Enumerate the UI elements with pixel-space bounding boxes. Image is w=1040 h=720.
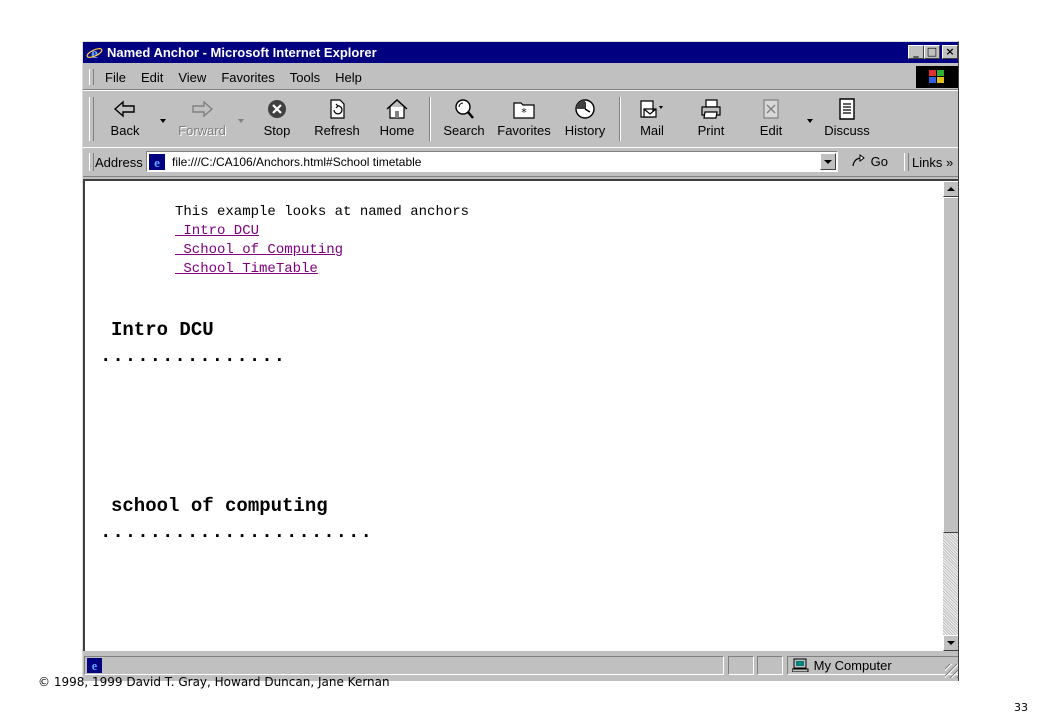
menu-favorites[interactable]: Favorites bbox=[221, 70, 274, 85]
discuss-icon bbox=[839, 98, 855, 120]
window-title: Named Anchor - Microsoft Internet Explor… bbox=[107, 45, 377, 60]
close-button[interactable]: × bbox=[942, 45, 958, 59]
dotted-rule: ...................... bbox=[100, 521, 373, 543]
history-icon bbox=[575, 99, 595, 119]
mail-icon bbox=[640, 100, 663, 118]
dotted-rule: ............... bbox=[100, 345, 287, 367]
mail-button[interactable]: Mail bbox=[631, 97, 673, 143]
link-school-of-computing[interactable]: School of Computing bbox=[175, 242, 343, 258]
back-arrow-icon bbox=[113, 100, 135, 118]
favorites-button[interactable]: * Favorites bbox=[496, 97, 552, 143]
vertical-scrollbar[interactable] bbox=[943, 181, 958, 651]
scroll-thumb[interactable] bbox=[943, 197, 958, 533]
scroll-down-button[interactable] bbox=[943, 635, 958, 651]
ie-status-icon: e bbox=[87, 658, 102, 673]
standard-toolbar: Back Forward Stop Refresh Home Search * … bbox=[83, 90, 958, 148]
page-viewport[interactable]: This example looks at named anchors Intr… bbox=[83, 179, 958, 651]
search-icon bbox=[455, 99, 474, 119]
browser-window: e Named Anchor - Microsoft Internet Expl… bbox=[82, 41, 959, 681]
address-dropdown-button[interactable] bbox=[820, 153, 836, 170]
forward-arrow-icon bbox=[192, 100, 214, 118]
link-intro-dcu[interactable]: Intro DCU bbox=[175, 223, 259, 239]
edit-dropdown[interactable] bbox=[807, 119, 813, 123]
ie-page-icon: e bbox=[149, 154, 165, 170]
address-bar: Address e file:///C:/CA106/Anchors.html#… bbox=[83, 147, 958, 177]
toolbar-separator bbox=[429, 97, 431, 141]
address-bar-grip[interactable] bbox=[89, 153, 94, 171]
menu-bar: File Edit View Favorites Tools Help bbox=[83, 64, 958, 90]
forward-button[interactable]: Forward bbox=[176, 97, 228, 143]
print-button[interactable]: Print bbox=[691, 97, 731, 143]
home-icon bbox=[386, 98, 408, 119]
page-content: This example looks at named anchors Intr… bbox=[85, 181, 943, 651]
minimize-button[interactable]: _ bbox=[908, 45, 924, 59]
menu-view[interactable]: View bbox=[178, 70, 206, 85]
address-url: file:///C:/CA106/Anchors.html#School tim… bbox=[172, 155, 422, 169]
security-zone-pane: My Computer bbox=[787, 656, 958, 675]
heading-intro-dcu: Intro DCU bbox=[111, 319, 214, 341]
menu-bar-grip[interactable] bbox=[89, 69, 94, 85]
menu-edit[interactable]: Edit bbox=[141, 70, 163, 85]
refresh-icon bbox=[330, 99, 345, 119]
edit-button[interactable]: Edit bbox=[755, 97, 787, 143]
links-grip[interactable] bbox=[904, 153, 909, 171]
toolbar-separator bbox=[619, 97, 621, 141]
print-icon bbox=[701, 99, 721, 119]
copyright-text: © 1998, 1999 David T. Gray, Howard Dunca… bbox=[38, 675, 390, 689]
menu-tools[interactable]: Tools bbox=[290, 70, 320, 85]
stop-button[interactable]: Stop bbox=[257, 97, 297, 143]
svg-text:e: e bbox=[92, 659, 98, 673]
menu-file[interactable]: File bbox=[105, 70, 126, 85]
status-pane bbox=[757, 656, 783, 675]
toolbar-grip[interactable] bbox=[89, 97, 94, 141]
go-arrow-icon bbox=[852, 154, 865, 167]
internet-explorer-icon: e bbox=[86, 44, 103, 61]
svg-text:*: * bbox=[521, 106, 527, 119]
search-button[interactable]: Search bbox=[440, 97, 488, 143]
scroll-up-button[interactable] bbox=[943, 181, 958, 197]
maximize-button[interactable]: □ bbox=[924, 45, 940, 59]
edit-icon bbox=[763, 99, 779, 119]
address-label: Address bbox=[95, 155, 143, 170]
discuss-button[interactable]: Discuss bbox=[821, 97, 873, 143]
back-history-dropdown[interactable] bbox=[160, 119, 166, 123]
title-bar[interactable]: e Named Anchor - Microsoft Internet Expl… bbox=[83, 42, 958, 63]
intro-text: This example looks at named anchors bbox=[175, 204, 470, 220]
stop-icon bbox=[268, 100, 286, 118]
links-button[interactable]: Links » bbox=[912, 155, 953, 170]
svg-text:e: e bbox=[154, 155, 160, 170]
back-button[interactable]: Back bbox=[103, 97, 147, 143]
forward-history-dropdown[interactable] bbox=[238, 119, 244, 123]
address-input[interactable]: e file:///C:/CA106/Anchors.html#School t… bbox=[146, 151, 838, 172]
slide-page-number: 33 bbox=[1014, 701, 1028, 714]
favorites-icon: * bbox=[513, 102, 535, 119]
history-button[interactable]: History bbox=[561, 97, 609, 143]
status-pane bbox=[728, 656, 754, 675]
my-computer-icon bbox=[792, 658, 809, 672]
windows-logo-icon bbox=[916, 66, 958, 88]
home-button[interactable]: Home bbox=[376, 97, 418, 143]
go-button[interactable]: Go bbox=[851, 154, 888, 169]
window-controls: _ □ × bbox=[908, 45, 958, 60]
refresh-button[interactable]: Refresh bbox=[311, 97, 363, 143]
heading-school-of-computing: school of computing bbox=[111, 495, 328, 517]
status-text-pane: e bbox=[84, 656, 724, 675]
link-school-timetable[interactable]: School TimeTable bbox=[175, 261, 317, 277]
menu-help[interactable]: Help bbox=[335, 70, 362, 85]
resize-grip[interactable] bbox=[945, 664, 958, 678]
